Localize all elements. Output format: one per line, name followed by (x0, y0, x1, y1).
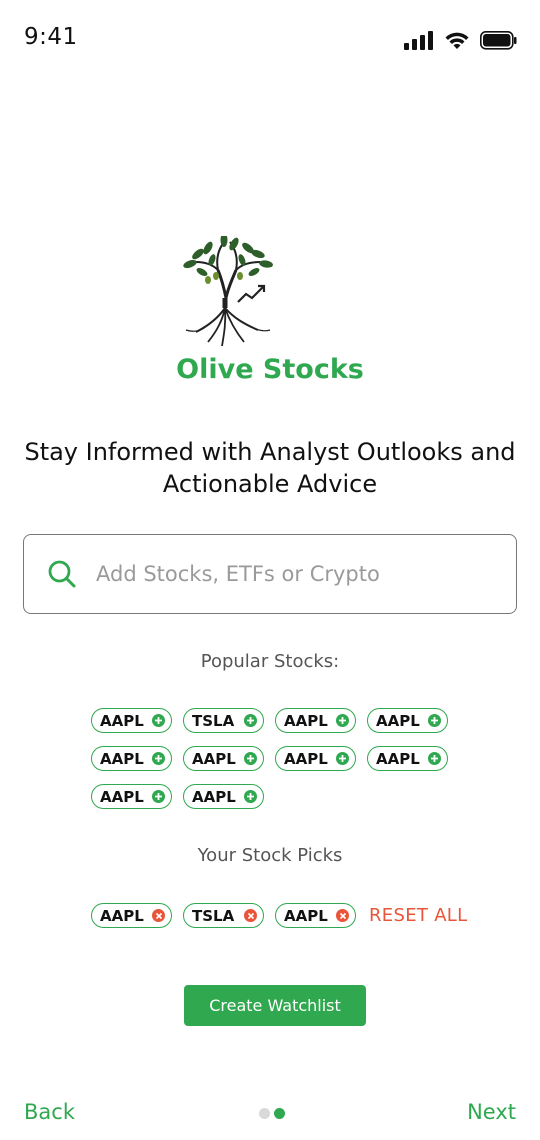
status-time: 9:41 (24, 24, 78, 50)
battery-icon (480, 31, 518, 54)
remove-circle-icon[interactable] (336, 909, 349, 922)
add-circle-icon[interactable] (336, 752, 349, 765)
chip-label: AAPL (100, 711, 144, 730)
create-watchlist-button[interactable]: Create Watchlist (184, 985, 366, 1026)
chip-label: AAPL (284, 906, 328, 925)
popular-stocks-title: Popular Stocks: (200, 651, 340, 672)
popular-stock-chip[interactable]: AAPL (183, 746, 264, 771)
wifi-icon (444, 31, 470, 54)
status-icons (404, 31, 518, 54)
popular-stock-chip[interactable]: AAPL (91, 708, 172, 733)
status-bar: 9:41 (0, 0, 540, 80)
search-icon (46, 558, 78, 590)
popular-stock-chip[interactable]: AAPL (91, 784, 172, 809)
popular-stock-chip[interactable]: AAPL (275, 746, 356, 771)
chip-label: AAPL (284, 711, 328, 730)
add-circle-icon[interactable] (244, 714, 257, 727)
next-button[interactable]: Next (467, 1100, 516, 1124)
remove-circle-icon[interactable] (152, 909, 165, 922)
add-circle-icon[interactable] (336, 714, 349, 727)
chip-label: AAPL (100, 906, 144, 925)
stock-picks-list: AAPL TSLA AAPL RESET ALL (91, 903, 467, 928)
search-input[interactable] (96, 562, 496, 586)
chip-label: AAPL (192, 749, 236, 768)
add-circle-icon[interactable] (428, 714, 441, 727)
popular-stock-chip[interactable]: AAPL (367, 708, 448, 733)
page-dot-active (274, 1108, 285, 1119)
chip-label: AAPL (376, 711, 420, 730)
app-logo (178, 233, 278, 348)
app-name: Olive Stocks (176, 354, 364, 385)
add-circle-icon[interactable] (152, 790, 165, 803)
stock-pick-chip[interactable]: AAPL (91, 903, 172, 928)
chip-label: AAPL (100, 749, 144, 768)
stock-pick-chip[interactable]: AAPL (275, 903, 356, 928)
popular-stocks-list: AAPL TSLA AAPL AAPL AAPL AAPL AAPL AAPL AAPL AAPL (91, 708, 451, 809)
remove-circle-icon[interactable] (244, 909, 257, 922)
back-button[interactable]: Back (24, 1100, 75, 1124)
add-circle-icon[interactable] (152, 714, 165, 727)
popular-stock-chip[interactable]: AAPL (275, 708, 356, 733)
stock-pick-chip[interactable]: TSLA (183, 903, 264, 928)
chip-label: TSLA (192, 711, 235, 730)
search-box[interactable] (23, 534, 517, 614)
your-picks-title: Your Stock Picks (197, 845, 343, 866)
popular-stock-chip[interactable]: AAPL (91, 746, 172, 771)
page-dot (259, 1108, 270, 1119)
add-circle-icon[interactable] (428, 752, 441, 765)
cellular-signal-icon (404, 31, 434, 54)
page-indicator (259, 1108, 285, 1119)
chip-label: TSLA (192, 906, 235, 925)
add-circle-icon[interactable] (244, 752, 257, 765)
add-circle-icon[interactable] (244, 790, 257, 803)
chip-label: AAPL (100, 787, 144, 806)
chip-label: AAPL (284, 749, 328, 768)
add-circle-icon[interactable] (152, 752, 165, 765)
popular-stock-chip[interactable]: AAPL (367, 746, 448, 771)
reset-all-button[interactable]: RESET ALL (369, 905, 467, 926)
tagline: Stay Informed with Analyst Outlooks and … (24, 438, 516, 498)
chip-label: AAPL (376, 749, 420, 768)
chip-label: AAPL (192, 787, 236, 806)
popular-stock-chip[interactable]: AAPL (183, 784, 264, 809)
popular-stock-chip[interactable]: TSLA (183, 708, 264, 733)
